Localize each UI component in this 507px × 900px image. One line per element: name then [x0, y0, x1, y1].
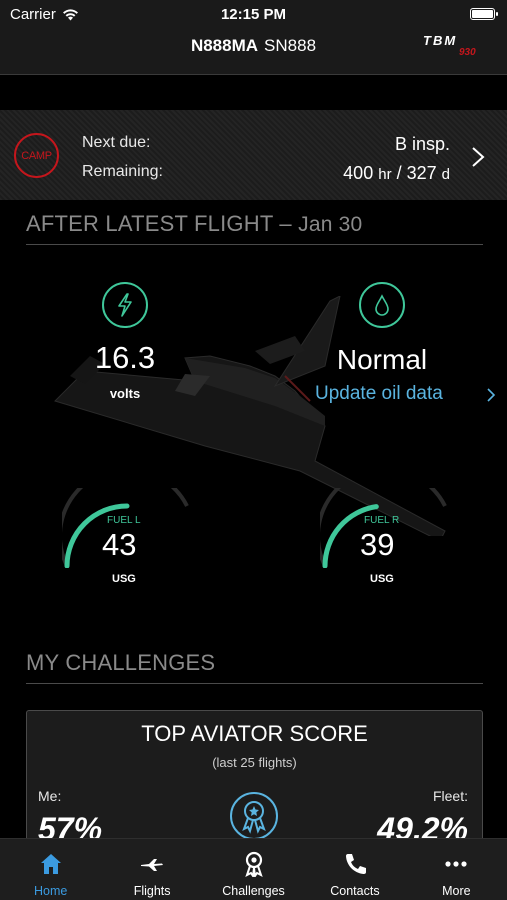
fuel-right-gauge: FUEL R 39 USG: [320, 488, 460, 585]
tab-contacts[interactable]: Contacts: [304, 839, 405, 900]
nav-bar: N888MA SN888 TBM 930: [0, 30, 507, 75]
tab-bar: Home Flights Challenges Contacts More: [0, 838, 507, 900]
svg-text:TBM: TBM: [423, 33, 457, 48]
remaining-hours-unit: hr: [378, 166, 392, 183]
tab-home[interactable]: Home: [0, 839, 101, 900]
tab-more[interactable]: More: [406, 839, 507, 900]
next-due-label: Next due:: [82, 134, 151, 151]
home-icon: [40, 854, 61, 874]
card-subtitle: (last 25 flights): [212, 755, 297, 770]
tab-flights-label: Flights: [133, 884, 171, 898]
more-icon: [445, 861, 467, 867]
tab-challenges[interactable]: Challenges: [203, 839, 304, 900]
tab-challenges-label: Challenges: [222, 884, 285, 898]
card-title: TOP AVIATOR SCORE: [141, 721, 368, 746]
tbm-logo: TBM 930: [423, 33, 476, 58]
remaining-days: 327: [406, 163, 437, 183]
chevron-right-icon: [472, 147, 485, 167]
medal-icon: [244, 851, 263, 877]
oil-status-ring: [359, 282, 405, 328]
remaining-separator: /: [391, 163, 407, 183]
fuel-left-gauge: FUEL L 43 USG: [62, 488, 202, 585]
me-label: Me:: [38, 788, 62, 804]
latest-flight-title: AFTER LATEST FLIGHT: [26, 211, 274, 236]
latest-flight-panel: 16.3 volts Normal Update oil data FUEL L…: [0, 258, 507, 598]
phone-icon: [345, 854, 366, 874]
clock: 12:15 PM: [220, 6, 287, 23]
battery-voltage-unit: volts: [109, 386, 141, 401]
remaining-days-unit: d: [441, 166, 450, 183]
fuel-left-unit: USG: [112, 573, 136, 585]
battery-voltage-value: 16.3: [94, 340, 156, 375]
tab-more-label: More: [442, 884, 471, 898]
oil-status-value: Normal: [336, 344, 428, 375]
svg-text:930: 930: [459, 47, 476, 58]
tab-flights[interactable]: Flights: [101, 839, 202, 900]
challenges-heading: MY CHALLENGES: [26, 650, 216, 675]
camp-badge: CAMP: [14, 133, 59, 178]
tab-home-label: Home: [34, 884, 68, 898]
maintenance-banner[interactable]: CAMP Next due: B insp. Remaining: 400 hr…: [0, 110, 507, 200]
remaining-value: 400 hr / 327 d: [343, 163, 450, 184]
fleet-label: Fleet:: [432, 788, 468, 804]
oil-drop-icon: [375, 294, 389, 316]
award-ribbon-icon: [230, 792, 278, 840]
remaining-label: Remaining:: [82, 163, 163, 180]
aircraft-registration: N888MA: [190, 36, 259, 55]
fuel-right-label: FUEL R: [364, 515, 400, 526]
latest-flight-date: Jan 30: [298, 213, 363, 236]
latest-flight-separator: –: [273, 211, 299, 236]
latest-flight-heading: AFTER LATEST FLIGHT – Jan 30: [26, 211, 362, 237]
fuel-right-value: 39: [360, 527, 395, 562]
next-due-value: B insp.: [394, 134, 450, 154]
battery-icon: [470, 8, 498, 20]
section-divider: [26, 244, 483, 245]
fuel-left-value: 43: [102, 527, 137, 562]
status-bar: Carrier 12:15 PM: [0, 0, 507, 30]
chevron-right-icon[interactable]: [486, 388, 496, 402]
tab-contacts-label: Contacts: [330, 884, 380, 898]
lightning-icon: [118, 293, 132, 317]
update-oil-data-link[interactable]: Update oil data: [315, 383, 443, 405]
section-divider: [26, 683, 483, 684]
battery-voltage-ring: [102, 282, 148, 328]
fuel-right-unit: USG: [370, 573, 394, 585]
fuel-left-label: FUEL L: [107, 515, 141, 526]
plane-icon: [141, 859, 164, 871]
remaining-hours: 400: [343, 163, 374, 183]
aircraft-serial: SN888: [264, 36, 317, 55]
